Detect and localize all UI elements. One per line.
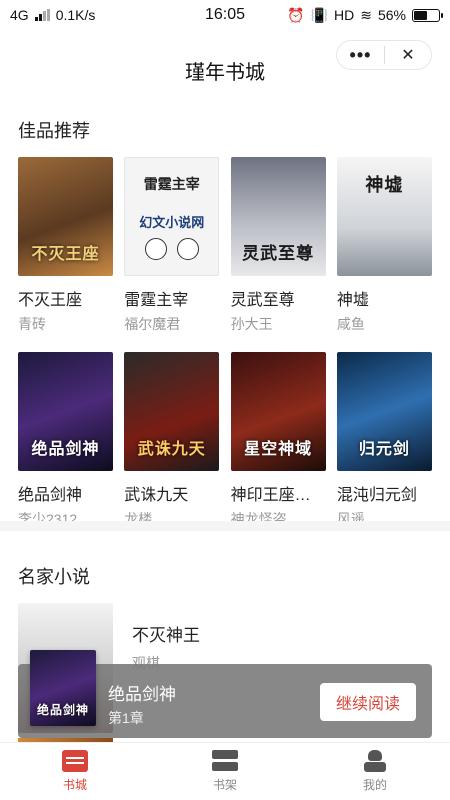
status-left: 4G 0.1K/s (10, 7, 95, 23)
book-cover[interactable]: 星空神域 (230, 352, 326, 471)
network-speed: 0.1K/s (55, 7, 96, 23)
recommended-grid: 不灭王座 不灭王座 青砖 雷霆主宰 幻文小说网 雷霆主宰 福尔魔君 灵武至尊 灵… (18, 157, 432, 529)
book-author: 青砖 (18, 316, 46, 332)
cover-title-art: 归元剑 (358, 439, 410, 458)
book-title[interactable]: 不灭王座 (18, 286, 113, 310)
continue-book-cover[interactable]: 绝品剑神 (30, 650, 96, 726)
alarm-icon: ⏰ (287, 6, 305, 23)
bookshelf-icon (212, 750, 238, 772)
battery-percent: 56% (377, 7, 406, 23)
close-icon[interactable]: ✕ (385, 45, 431, 65)
vibrate-icon: 📳 (310, 6, 328, 23)
book-card[interactable]: 雷霆主宰 幻文小说网 雷霆主宰 福尔魔君 (124, 157, 220, 334)
continue-reading-button[interactable]: 继续阅读 (320, 683, 416, 721)
book-cover[interactable]: 灵武至尊 (230, 157, 326, 276)
cover-illustration (139, 238, 204, 262)
continue-reading-bar[interactable]: 绝品剑神 绝品剑神 第1章 继续阅读 (18, 650, 432, 738)
wifi-icon: ≋ (360, 6, 372, 23)
section-title-recommended: 佳品推荐 (18, 121, 90, 141)
status-bar: 4G 0.1K/s 16:05 ⏰ 📳 HD ≋ 56% (0, 0, 450, 30)
book-cover[interactable]: 绝品剑神 (18, 352, 113, 471)
book-cover[interactable]: 归元剑 (336, 352, 432, 471)
cover-publisher-art: 幻文小说网 (139, 215, 205, 230)
cover-title-art: 武诛九天 (137, 439, 206, 458)
cover-title-art: 绝品剑神 (31, 439, 100, 458)
book-author: 孙大王 (230, 316, 273, 332)
hd-badge: HD (334, 7, 355, 23)
book-card[interactable]: 神墟 神墟 咸鱼 (336, 157, 432, 334)
tab-label: 书城 (62, 778, 87, 792)
continue-book-title: 绝品剑神 (108, 685, 176, 704)
book-title[interactable]: 不灭神王 (132, 621, 200, 646)
cover-title-art: 绝品剑神 (36, 703, 89, 717)
tab-label: 书架 (212, 778, 237, 792)
battery-icon (412, 8, 443, 22)
book-title[interactable]: 神印王座… (231, 481, 326, 505)
book-cover[interactable]: 雷霆主宰 幻文小说网 (124, 157, 220, 276)
more-options-icon[interactable]: ••• (337, 46, 384, 64)
signal-icon (34, 9, 50, 21)
profile-icon (362, 750, 388, 772)
tab-profile[interactable]: 我的 (300, 743, 450, 800)
book-title[interactable]: 雷霆主宰 (124, 286, 219, 310)
book-cover[interactable]: 不灭王座 (18, 157, 113, 276)
book-card[interactable]: 不灭王座 不灭王座 青砖 (18, 157, 113, 334)
network-type: 4G (10, 7, 29, 23)
book-title[interactable]: 绝品剑神 (18, 481, 113, 505)
book-card[interactable]: 归元剑 混沌归元剑 风遥 (336, 352, 432, 529)
continue-chapter: 第1章 (108, 710, 144, 726)
tab-bookshelf[interactable]: 书架 (150, 743, 300, 800)
mini-program-capsule: ••• ✕ (336, 40, 432, 70)
store-icon (62, 750, 88, 772)
status-right: ⏰ 📳 HD ≋ 56% (287, 6, 443, 24)
cover-title-art: 灵武至尊 (242, 244, 315, 264)
book-cover[interactable]: 武诛九天 (124, 352, 220, 471)
book-author: 咸鱼 (336, 316, 365, 332)
bottom-tab-bar: 书城 书架 我的 (0, 742, 450, 800)
battery-level (414, 10, 428, 20)
cover-title-art: 神墟 (365, 175, 404, 196)
book-cover[interactable]: 神墟 (336, 157, 432, 276)
book-title[interactable]: 混沌归元剑 (337, 481, 432, 505)
book-title[interactable]: 神墟 (337, 286, 432, 310)
app-header: 瑾年书城 ••• ✕ (0, 38, 450, 100)
book-card[interactable]: 灵武至尊 灵武至尊 孙大王 (230, 157, 326, 334)
tab-label: 我的 (362, 778, 387, 792)
section-divider (0, 521, 450, 531)
cover-title-art: 雷霆主宰 (143, 177, 200, 193)
book-title[interactable]: 灵武至尊 (231, 286, 326, 310)
cover-title-art: 星空神域 (244, 439, 313, 458)
book-title[interactable]: 武诛九天 (124, 481, 219, 505)
book-card[interactable]: 绝品剑神 绝品剑神 李少2312 (18, 352, 113, 529)
book-card[interactable]: 武诛九天 武诛九天 龙楼 (124, 352, 220, 529)
cover-title-art: 不灭王座 (31, 244, 100, 263)
book-author: 福尔魔君 (124, 316, 181, 332)
book-card[interactable]: 星空神域 神印王座… 神龙怪盗 (230, 352, 326, 529)
tab-bookstore[interactable]: 书城 (0, 743, 150, 800)
section-title-famous: 名家小说 (18, 567, 90, 587)
